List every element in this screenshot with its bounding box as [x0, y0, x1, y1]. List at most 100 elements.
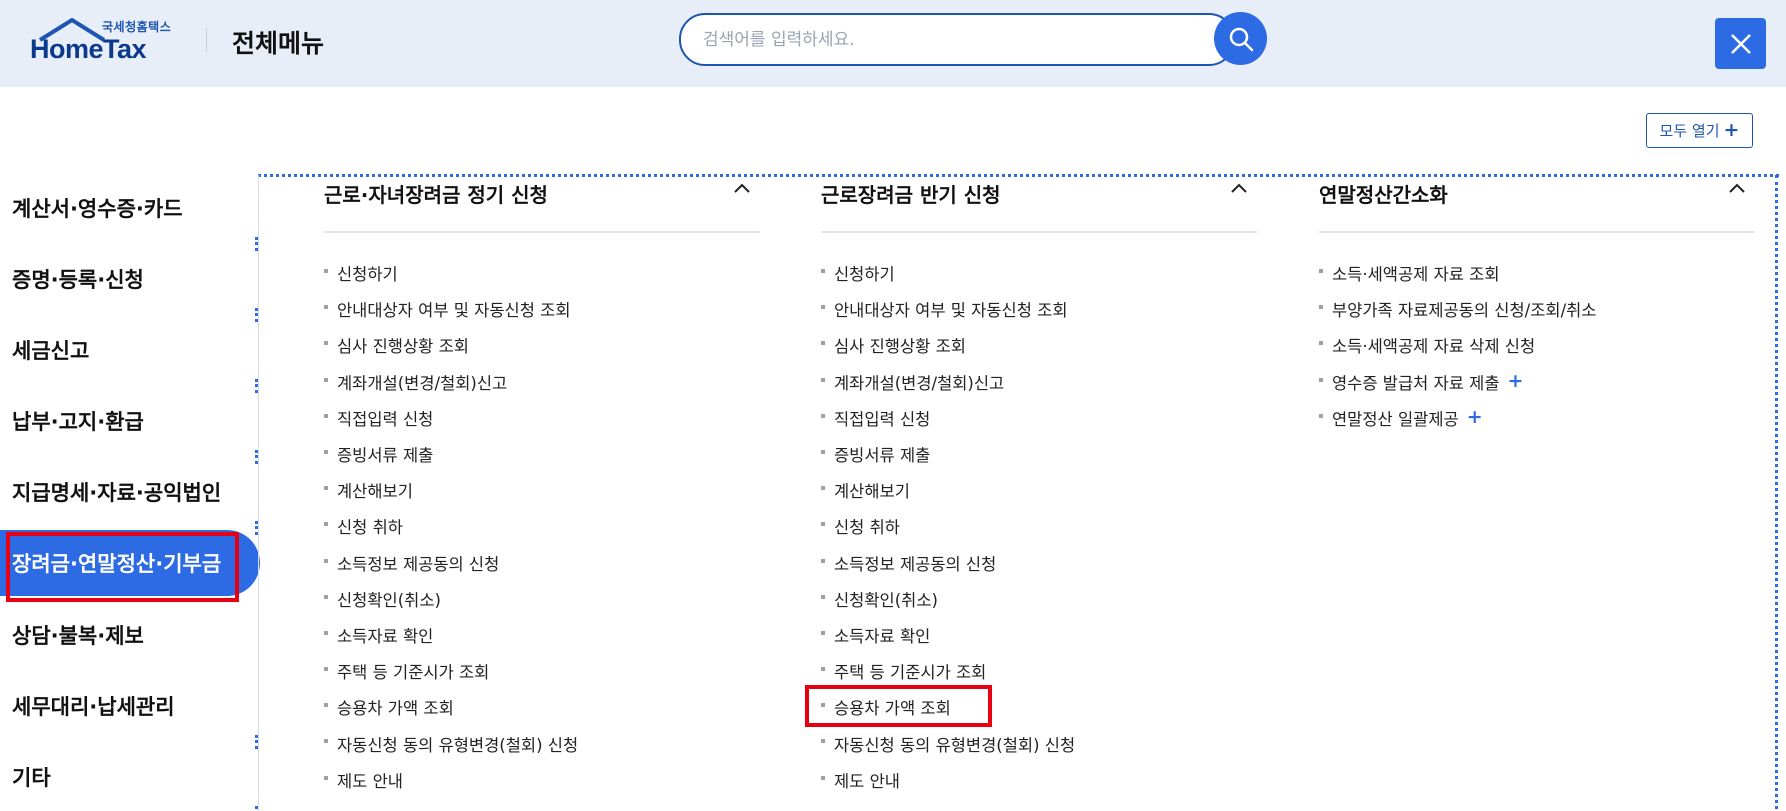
bullet [821, 413, 825, 418]
menu-item-label: 승용차 가액 조회 [834, 699, 951, 719]
bullet [821, 558, 825, 563]
sidebar-item-label: 상담·불복·제보 [12, 624, 144, 648]
menu-item[interactable]: 신청 취하 [821, 508, 1257, 544]
bullet [1319, 269, 1323, 273]
sidebar-item-certificate[interactable]: 증명·등록·신청 [0, 246, 260, 312]
plus-icon[interactable]: + [1508, 372, 1524, 391]
menu-item[interactable]: 소득·세액공제 자료 삭제 신청 [1319, 327, 1755, 363]
menu-item[interactable]: 부양가족 자료제공동의 신청/조회/취소 [1319, 291, 1755, 327]
menu-item[interactable]: 주택 등 기준시가 조회 [821, 653, 1257, 689]
header-bar: 국세청홈택스 HomeTax 전체메뉴 [0, 0, 1786, 87]
menu-item[interactable]: 계좌개설(변경/철회)신고 [821, 364, 1257, 400]
menu-item-label: 소득자료 확인 [834, 626, 931, 646]
bullet [324, 377, 328, 382]
bullet [324, 449, 328, 454]
bullet [324, 703, 328, 708]
menu-item-label: 연말정산 일괄제공 [1332, 409, 1459, 429]
column-header[interactable]: 연말정산간소화 [1319, 175, 1755, 211]
bullet [324, 486, 328, 491]
bullet [821, 630, 825, 635]
menu-item[interactable]: 연말정산 일괄제공 + [1319, 400, 1755, 436]
menu-item[interactable]: 자동신청 동의 유형변경(철회) 신청 [821, 725, 1257, 761]
menu-item[interactable]: 영수증 발급처 자료 제출 + [1319, 364, 1755, 400]
menu-content: 근로·자녀장려금 정기 신청 신청하기 안내대상자 여부 및 자동신청 조회 심… [258, 175, 1778, 811]
sidebar-item-label: 납부·고지·환급 [12, 410, 144, 434]
bullet [821, 667, 825, 672]
bullet [821, 305, 825, 310]
bullet [821, 522, 825, 527]
search-icon [1229, 27, 1253, 51]
menu-item[interactable]: 직접입력 신청 [821, 400, 1257, 436]
bullet [324, 775, 328, 780]
menu-item[interactable]: 신청확인(취소) [821, 581, 1257, 617]
menu-item[interactable]: 계산해보기 [821, 472, 1257, 508]
menu-item[interactable]: 자동신청 동의 유형변경(철회) 신청 [324, 725, 760, 761]
menu-item[interactable]: 승용차 가액 조회 [324, 689, 760, 725]
menu-item[interactable]: 심사 진행상황 조회 [821, 327, 1257, 363]
sidebar-item-agent[interactable]: 세무대리·납세관리 [0, 673, 260, 739]
menu-item[interactable]: 증빙서류 제출 [821, 436, 1257, 472]
menu-item[interactable]: 제도 안내 [821, 762, 1257, 798]
menu-item-label: 심사 진행상황 조회 [834, 337, 966, 357]
bullet [821, 775, 825, 780]
menu-item[interactable]: 신청확인(취소) [324, 581, 760, 617]
column-header[interactable]: 근로·자녀장려금 정기 신청 [324, 175, 760, 211]
menu-item[interactable]: 계산해보기 [324, 472, 760, 508]
sidebar-item-invoice[interactable]: 계산서·영수증·카드 [0, 175, 260, 241]
menu-item-label: 증빙서류 제출 [337, 446, 434, 466]
menu-item[interactable]: 주택 등 기준시가 조회 [324, 653, 760, 689]
menu-item-label: 직접입력 신청 [834, 409, 931, 429]
hometax-logo[interactable]: 국세청홈택스 HomeTax [30, 16, 180, 68]
plus-icon: + [1723, 119, 1740, 141]
sidebar-item-payment[interactable]: 납부·고지·환급 [0, 388, 260, 454]
menu-item[interactable]: 소득정보 제공동의 신청 [324, 545, 760, 581]
plus-icon[interactable]: + [1467, 408, 1483, 427]
chevron-up-icon[interactable] [1729, 183, 1745, 193]
expand-all-button[interactable]: 모두 열기 + [1646, 113, 1753, 148]
menu-item[interactable]: 심사 진행상황 조회 [324, 327, 760, 363]
sidebar-item-label: 지급명세·자료·공익법인 [12, 481, 222, 505]
menu-item-label: 신청확인(취소) [834, 590, 938, 610]
menu-item[interactable]: 신청하기 [324, 255, 760, 291]
chevron-up-icon[interactable] [1231, 183, 1247, 193]
sidebar-item-label: 기타 [12, 766, 51, 790]
column-title: 연말정산간소화 [1319, 183, 1448, 207]
menu-item-label: 계좌개설(변경/철회)신고 [834, 373, 1005, 393]
sidebar-item-tax-report[interactable]: 세금신고 [0, 317, 260, 383]
menu-item[interactable]: 증빙서류 제출 [324, 436, 760, 472]
menu-item[interactable]: 직접입력 신청 [324, 400, 760, 436]
menu-item[interactable]: 소득자료 확인 [324, 617, 760, 653]
logo-subtitle: 국세청홈택스 [102, 20, 172, 34]
menu-item-label: 제도 안내 [834, 771, 900, 791]
chevron-up-icon[interactable] [734, 183, 750, 193]
menu-item[interactable]: 신청 취하 [324, 508, 760, 544]
menu-item-label: 신청하기 [337, 265, 398, 285]
menu-item[interactable]: 소득정보 제공동의 신청 [821, 545, 1257, 581]
menu-item[interactable]: 소득·세액공제 자료 조회 [1319, 255, 1755, 291]
bullet [324, 341, 328, 346]
sidebar-item-label: 증명·등록·신청 [12, 268, 144, 292]
sidebar-item-incentive[interactable]: 장려금·연말정산·기부금 [0, 530, 260, 602]
column-header[interactable]: 근로장려금 반기 신청 [821, 175, 1257, 211]
menu-item[interactable]: 안내대상자 여부 및 자동신청 조회 [821, 291, 1257, 327]
sidebar-item-etc[interactable]: 기타 [0, 744, 260, 810]
sidebar-item-statement[interactable]: 지급명세·자료·공익법인 [0, 459, 260, 525]
search-box [679, 13, 1235, 66]
search-button[interactable] [1214, 12, 1267, 65]
sidebar-item-consult[interactable]: 상담·불복·제보 [0, 602, 260, 668]
menu-item-label: 계산해보기 [834, 482, 910, 502]
menu-item[interactable]: 신청하기 [821, 255, 1257, 291]
menu-item-label: 제도 안내 [337, 771, 403, 791]
menu-list: 신청하기 안내대상자 여부 및 자동신청 조회 심사 진행상황 조회 계좌개설(… [821, 255, 1257, 798]
menu-item-label: 신청확인(취소) [337, 590, 441, 610]
menu-item[interactable]: 제도 안내 [324, 762, 760, 798]
menu-item-label: 직접입력 신청 [337, 409, 434, 429]
menu-item[interactable]: 안내대상자 여부 및 자동신청 조회 [324, 291, 760, 327]
menu-item[interactable]: 계좌개설(변경/철회)신고 [324, 364, 760, 400]
search-input[interactable] [703, 27, 1173, 53]
menu-item[interactable]: 소득자료 확인 [821, 617, 1257, 653]
close-button[interactable] [1715, 18, 1766, 69]
bullet [821, 269, 825, 273]
menu-item-label: 증빙서류 제출 [834, 446, 931, 466]
menu-item-car-price[interactable]: 승용차 가액 조회 [821, 689, 1257, 725]
